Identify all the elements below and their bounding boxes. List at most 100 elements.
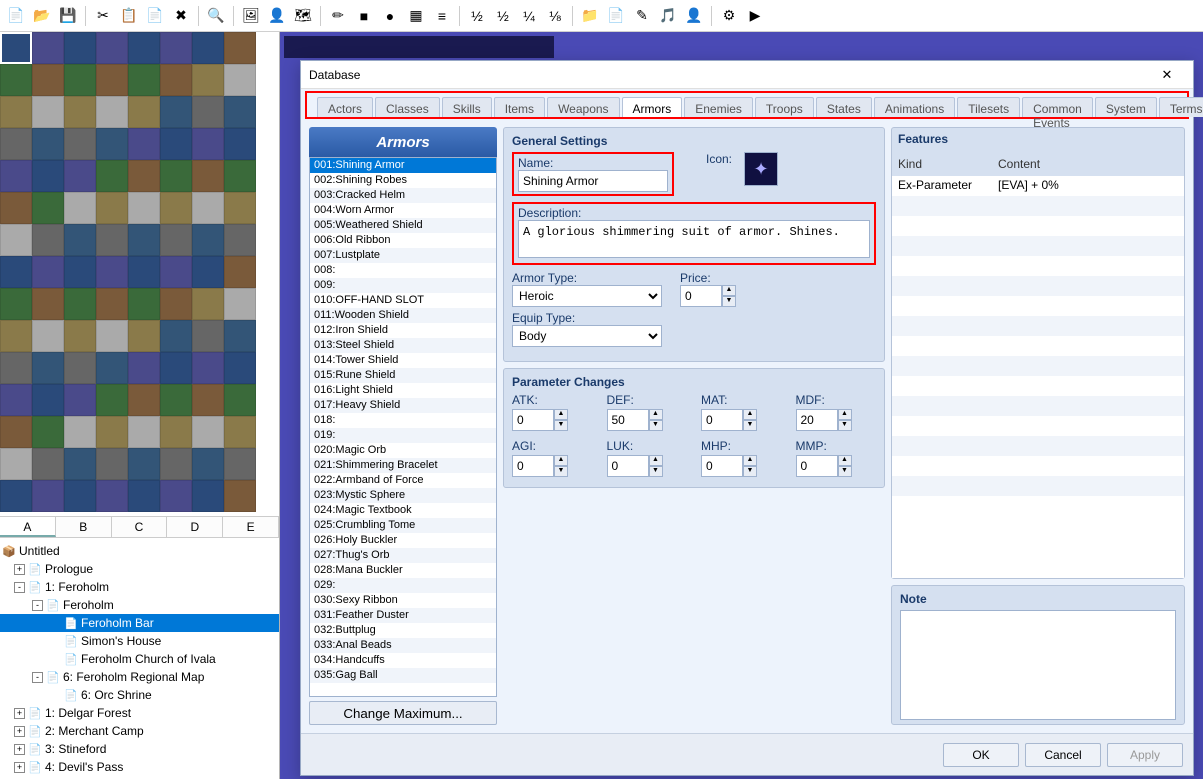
param-input[interactable] xyxy=(607,409,649,431)
tile[interactable] xyxy=(128,96,160,128)
tile[interactable] xyxy=(224,320,256,352)
tile[interactable] xyxy=(64,448,96,480)
tile[interactable] xyxy=(32,256,64,288)
armor-type-select[interactable]: Heroic xyxy=(512,285,662,307)
param-mdf-spinner[interactable]: ▲▼ xyxy=(796,409,877,431)
param-mat-spinner[interactable]: ▲▼ xyxy=(701,409,782,431)
param-mmp-spinner[interactable]: ▲▼ xyxy=(796,455,877,477)
list-item[interactable]: 001:Shining Armor xyxy=(310,158,496,173)
list-item[interactable]: 010:OFF-HAND SLOT xyxy=(310,293,496,308)
tile[interactable] xyxy=(128,256,160,288)
toolbar-button[interactable]: ✂ xyxy=(91,4,115,28)
tile[interactable] xyxy=(32,480,64,512)
tile[interactable] xyxy=(64,352,96,384)
tile[interactable] xyxy=(192,96,224,128)
price-spinner[interactable]: ▲▼ xyxy=(680,285,736,307)
tree-item[interactable]: 📄Feroholm Church of Ivala xyxy=(0,650,279,668)
param-input[interactable] xyxy=(796,455,838,477)
toolbar-button[interactable]: ⚙ xyxy=(717,4,741,28)
map-canvas[interactable] xyxy=(284,36,554,58)
tile[interactable] xyxy=(128,224,160,256)
tile[interactable] xyxy=(160,128,192,160)
tile[interactable] xyxy=(0,320,32,352)
tileset-palette[interactable] xyxy=(0,32,279,516)
param-input[interactable] xyxy=(701,455,743,477)
spin-down-icon[interactable]: ▼ xyxy=(649,420,663,431)
tile[interactable] xyxy=(32,352,64,384)
tileset-tab[interactable]: C xyxy=(112,517,168,537)
tile[interactable] xyxy=(32,128,64,160)
list-item[interactable]: 013:Steel Shield xyxy=(310,338,496,353)
tile[interactable] xyxy=(224,256,256,288)
feature-row[interactable] xyxy=(892,396,1184,416)
tile[interactable] xyxy=(128,128,160,160)
db-tab[interactable]: Enemies xyxy=(684,97,753,117)
tile[interactable] xyxy=(64,96,96,128)
feature-row[interactable] xyxy=(892,216,1184,236)
tile[interactable] xyxy=(96,352,128,384)
tile[interactable] xyxy=(32,64,64,96)
tile[interactable] xyxy=(224,64,256,96)
toolbar-button[interactable]: ✏ xyxy=(326,4,350,28)
param-luk-spinner[interactable]: ▲▼ xyxy=(607,455,688,477)
tile[interactable] xyxy=(160,160,192,192)
spin-down-icon[interactable]: ▼ xyxy=(554,420,568,431)
tile[interactable] xyxy=(64,384,96,416)
toolbar-button[interactable]: 📋 xyxy=(117,4,141,28)
tile[interactable] xyxy=(160,352,192,384)
tile[interactable] xyxy=(96,192,128,224)
tile[interactable] xyxy=(96,288,128,320)
toolbar-button[interactable]: 📂 xyxy=(30,4,54,28)
toolbar-button[interactable]: 📁 xyxy=(578,4,602,28)
tile[interactable] xyxy=(96,64,128,96)
tile[interactable] xyxy=(160,32,192,64)
tile[interactable] xyxy=(128,192,160,224)
tile[interactable] xyxy=(0,288,32,320)
tree-expander[interactable]: + xyxy=(14,726,25,737)
spin-down-icon[interactable]: ▼ xyxy=(722,296,736,307)
list-item[interactable]: 029: xyxy=(310,578,496,593)
toolbar-button[interactable]: 📄 xyxy=(143,4,167,28)
tileset-tab[interactable]: B xyxy=(56,517,112,537)
tile[interactable] xyxy=(64,192,96,224)
list-item[interactable]: 021:Shimmering Bracelet xyxy=(310,458,496,473)
tile[interactable] xyxy=(0,416,32,448)
tileset-tab[interactable]: D xyxy=(167,517,223,537)
tile[interactable] xyxy=(128,288,160,320)
param-def-spinner[interactable]: ▲▼ xyxy=(607,409,688,431)
toolbar-button[interactable]: 📄 xyxy=(4,4,28,28)
db-tab[interactable]: Tilesets xyxy=(957,97,1020,117)
tile[interactable] xyxy=(0,96,32,128)
feature-row[interactable] xyxy=(892,456,1184,476)
tile[interactable] xyxy=(96,480,128,512)
tree-expander[interactable]: + xyxy=(14,708,25,719)
tile[interactable] xyxy=(64,416,96,448)
tile[interactable] xyxy=(64,224,96,256)
param-atk-spinner[interactable]: ▲▼ xyxy=(512,409,593,431)
tile[interactable] xyxy=(128,32,160,64)
list-item[interactable]: 011:Wooden Shield xyxy=(310,308,496,323)
tile[interactable] xyxy=(32,96,64,128)
tile[interactable] xyxy=(32,448,64,480)
spin-up-icon[interactable]: ▲ xyxy=(743,455,757,466)
list-item[interactable]: 017:Heavy Shield xyxy=(310,398,496,413)
tile[interactable] xyxy=(128,480,160,512)
tile[interactable] xyxy=(32,224,64,256)
toolbar-button[interactable]: 💾 xyxy=(56,4,80,28)
tile[interactable] xyxy=(32,384,64,416)
tile[interactable] xyxy=(192,32,224,64)
tile[interactable] xyxy=(128,448,160,480)
tile[interactable] xyxy=(192,480,224,512)
list-item[interactable]: 026:Holy Buckler xyxy=(310,533,496,548)
feature-row[interactable] xyxy=(892,476,1184,496)
list-item[interactable]: 008: xyxy=(310,263,496,278)
tile[interactable] xyxy=(64,256,96,288)
db-tab[interactable]: Classes xyxy=(375,97,440,117)
tile[interactable] xyxy=(128,320,160,352)
db-tab[interactable]: Weapons xyxy=(547,97,619,117)
tile[interactable] xyxy=(32,320,64,352)
tile[interactable] xyxy=(160,416,192,448)
toolbar-button[interactable]: ½ xyxy=(465,4,489,28)
list-item[interactable]: 006:Old Ribbon xyxy=(310,233,496,248)
list-item[interactable]: 023:Mystic Sphere xyxy=(310,488,496,503)
